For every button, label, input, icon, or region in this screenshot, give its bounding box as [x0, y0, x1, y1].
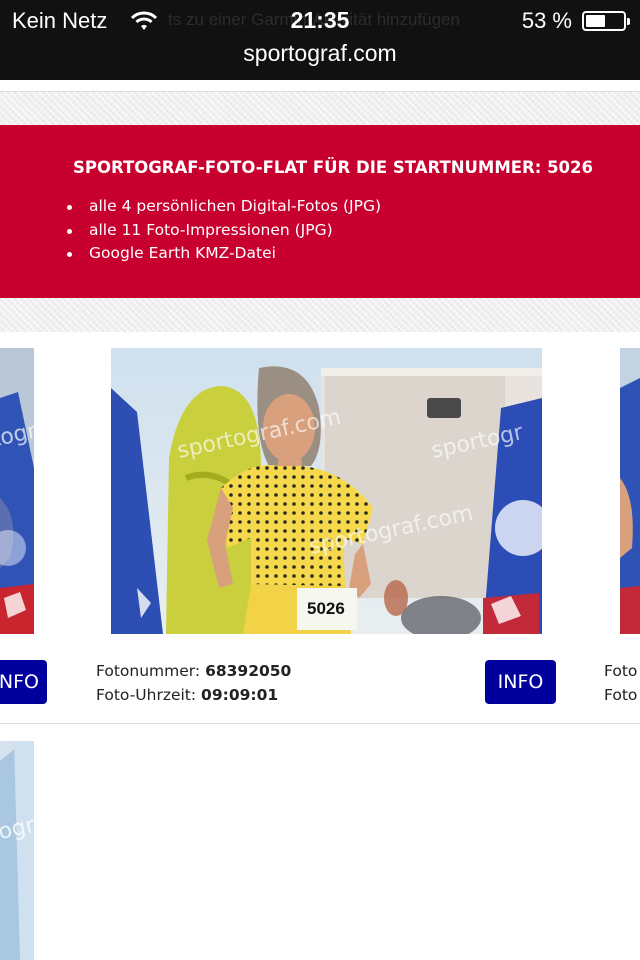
runner-photo-image: 5026 sportograf.com sportogr sportograf.…: [111, 348, 542, 634]
foto-flat-item: alle 11 Foto-Impressionen (JPG): [67, 219, 381, 243]
photo-thumbnail-lower[interactable]: togr: [0, 741, 34, 960]
runner-photo-image: togr: [0, 348, 34, 634]
info-button[interactable]: INFO: [485, 660, 556, 704]
browser-status-bar: Kein Netz ts zu einer Garmin-Aktivität h…: [0, 0, 640, 80]
texture-band-top: [0, 91, 640, 125]
foto-flat-title: SPORTOGRAF-FOTO-FLAT FÜR DIE STARTNUMMER…: [73, 158, 593, 177]
photo-thumbnail-next[interactable]: [620, 348, 640, 634]
runner-photo-image: togr: [0, 741, 34, 960]
runner-photo[interactable]: 5026 sportograf.com sportogr sportograf.…: [111, 348, 542, 634]
photo-details: Fotonummer: 68392050 Foto-Uhrzeit: 09:09…: [96, 659, 291, 707]
photo-time-row: Foto-Uhrzeit: 09:09:01: [96, 683, 291, 707]
foto-flat-item: Google Earth KMZ-Datei: [67, 242, 381, 266]
info-button-label: NFO: [0, 671, 39, 693]
photo-number-label: Fotonummer:: [96, 662, 201, 680]
photo-details-next: Foto Foto: [604, 659, 640, 707]
foto-flat-item: alle 4 persönlichen Digital-Fotos (JPG): [67, 195, 381, 219]
foto-flat-offer: SPORTOGRAF-FOTO-FLAT FÜR DIE STARTNUMMER…: [0, 125, 640, 298]
bib-number: 5026: [307, 599, 345, 618]
texture-band-bottom: [0, 298, 640, 332]
runner-photo-image: [620, 348, 640, 634]
info-button-label: INFO: [497, 671, 544, 693]
photo-number-value: 68392050: [205, 662, 292, 680]
photo-time-label: Foto: [604, 686, 638, 704]
foto-flat-list: alle 4 persönlichen Digital-Fotos (JPG) …: [67, 195, 381, 266]
battery-percent: 53 %: [521, 8, 572, 33]
photo-number-row: Fotonummer: 68392050: [96, 659, 291, 683]
info-button-previous[interactable]: NFO: [0, 660, 47, 704]
url-label[interactable]: sportograf.com: [0, 40, 640, 67]
row-divider: [0, 723, 640, 724]
photo-time-label: Foto-Uhrzeit:: [96, 686, 197, 704]
photo-time-value: 09:09:01: [201, 686, 279, 704]
battery-icon: [582, 11, 630, 31]
photo-thumbnail-previous[interactable]: togr: [0, 348, 34, 634]
battery-level-fill: [586, 15, 605, 27]
photo-number-label: Foto: [604, 662, 638, 680]
